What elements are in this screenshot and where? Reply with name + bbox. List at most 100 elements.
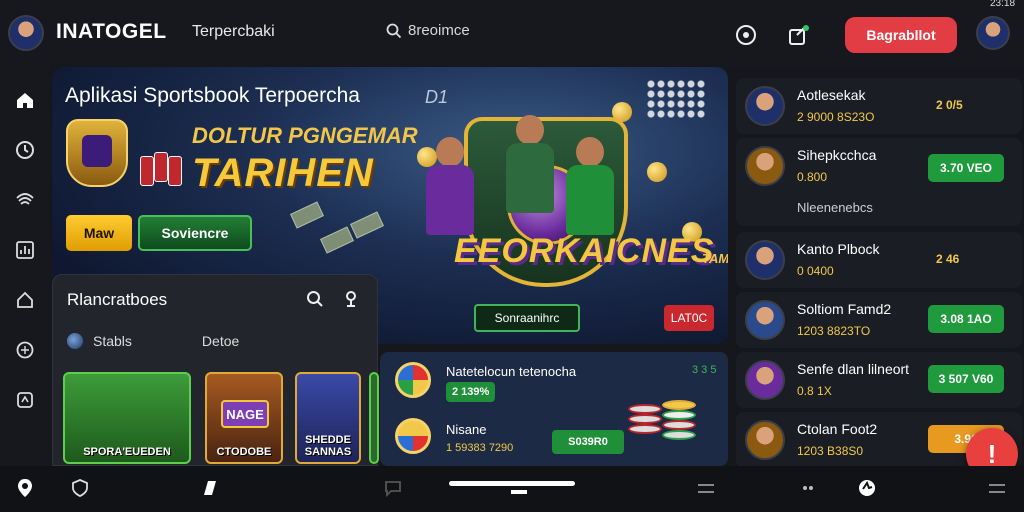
popular-games-panel: Rlancratboes Stabls Detoe SPORA'EUEDEN N… <box>52 274 379 466</box>
roulette-icon <box>395 418 431 454</box>
team-avatar <box>745 86 785 126</box>
game-tag: TAMGEEL <box>702 251 728 266</box>
promo-row-title: Natetelocun tetenocha <box>446 364 577 379</box>
match-row[interactable]: Senfe dlan lilneort 0.8 1X 3 507 V60 <box>736 352 1022 408</box>
ticket-icon[interactable] <box>13 388 37 412</box>
top-bar: INATOGEL Terpercbaki 8reoimce Bagrabllot… <box>0 0 1024 66</box>
match-odds: 2 9000 8S23O <box>797 110 875 124</box>
match-name: Kanto Plbock <box>797 241 880 257</box>
chip-stack-icon <box>628 414 662 424</box>
filter-icon[interactable] <box>341 289 361 309</box>
tab-detoe[interactable]: Detoe <box>202 333 239 349</box>
chip-stack-icon <box>662 430 696 440</box>
hero-red-button[interactable]: LAT0C <box>664 305 714 331</box>
odds-button[interactable]: 3 507 V60 <box>928 365 1004 393</box>
chips-icon <box>140 152 186 188</box>
match-name: Soltiom Famd2 <box>797 301 892 317</box>
odds-button[interactable]: 3.70 VEO <box>928 154 1004 182</box>
promo-subheadline: TARIHEN <box>192 151 374 195</box>
status-time: 23:18 <box>990 0 1016 9</box>
broadcast-icon[interactable] <box>13 188 37 212</box>
match-name: Senfe dlan lilneort <box>797 361 910 377</box>
location-icon[interactable] <box>14 477 36 499</box>
promo-strip[interactable]: Natetelocun tetenocha 2 139% 3 3 5 Nisan… <box>380 352 728 466</box>
chip-stack-icon <box>662 400 696 410</box>
side-nav <box>0 66 50 466</box>
search-icon[interactable] <box>305 289 325 309</box>
team-avatar <box>745 360 785 400</box>
hero-secondary-button[interactable]: Soviencre <box>138 215 252 251</box>
match-name: Sihepkcchca <box>797 147 877 163</box>
sport-icon[interactable] <box>856 477 878 499</box>
record-icon[interactable] <box>734 23 758 47</box>
match-row[interactable]: Sihepkcchca 0.800 Nleenenebcs 3.70 VEO <box>736 138 1022 226</box>
profile-icon[interactable] <box>794 477 816 499</box>
odds-button[interactable]: 2 46 <box>936 245 976 273</box>
match-odds: 0.8 1X <box>797 384 832 398</box>
profile-avatar[interactable] <box>976 16 1010 50</box>
bet-icon[interactable] <box>199 477 221 499</box>
game-tile[interactable]: NAGE CTODOBE <box>205 372 283 464</box>
chip-stack-icon <box>628 424 662 434</box>
chat-icon[interactable] <box>382 477 404 499</box>
shield-icon[interactable] <box>69 477 91 499</box>
match-name: Aotlesekak <box>797 87 866 103</box>
hero-outline-button[interactable]: Sonraanihrc <box>474 304 580 332</box>
search-icon <box>386 23 402 38</box>
chart-icon[interactable] <box>13 238 37 262</box>
tile-label: SHEDDE SANNAS <box>304 434 352 458</box>
register-button[interactable]: Bagrabllot <box>845 17 957 53</box>
stadium-lights <box>646 79 706 119</box>
search-text: 8reoimce <box>408 22 470 39</box>
home-indicator <box>449 481 575 486</box>
match-list: Aotlesekak2 9000 8S23O↻2 0/5Sihepkcchca0… <box>736 66 1024 468</box>
team-avatar <box>745 146 785 186</box>
promo-row-button[interactable]: S039R0 <box>552 430 624 454</box>
search-box[interactable]: 8reoimce <box>386 22 470 39</box>
promo-row-title: Nisane <box>446 422 487 437</box>
menu-icon[interactable] <box>695 477 717 499</box>
brand-logo[interactable]: INATOGEL <box>56 20 167 44</box>
team-avatar <box>745 300 785 340</box>
game-tile-partial[interactable] <box>369 372 379 464</box>
promo-headline: DOLTUR PGNGEMAR <box>192 123 418 148</box>
game-tile[interactable]: SPORA'EUEDEN <box>63 372 191 464</box>
player-figure <box>502 115 558 235</box>
coin-icon <box>647 162 667 182</box>
clock-icon[interactable] <box>13 138 37 162</box>
team-avatar <box>745 420 785 460</box>
tab-label: Stabls <box>93 333 132 349</box>
money-icon <box>290 201 324 229</box>
panel-title: Rlancratboes <box>67 290 168 309</box>
odds-button[interactable]: 3.08 1AO <box>928 305 1004 333</box>
tile-label: SPORA'EUEDEN <box>83 446 171 458</box>
match-row[interactable]: Kanto Plbock0 0400✖2 46 <box>736 232 1022 288</box>
home-icon[interactable] <box>13 88 37 112</box>
match-name: Ctolan Foot2 <box>797 421 878 437</box>
promo-row-badge: 2 139% <box>446 382 496 402</box>
chip-stack-icon <box>628 404 662 414</box>
casino-logo-icon <box>66 119 128 187</box>
promo-row-score: 3 3 5 <box>692 364 717 376</box>
match-odds: 0.800 <box>797 170 828 184</box>
roulette-icon <box>395 362 431 398</box>
odds-button[interactable]: 2 0/5 <box>936 91 976 119</box>
hero-title: Aplikasi Sportsbook Terpoercha <box>65 84 360 107</box>
tile-label: CTODOBE <box>216 446 272 458</box>
app-root: INATOGEL Terpercbaki 8reoimce Bagrabllot… <box>0 0 1024 512</box>
support-icon[interactable] <box>13 338 37 362</box>
money-icon <box>350 211 384 239</box>
match-row[interactable]: Soltiom Famd2 1203 8823TO 3.08 1AO <box>736 292 1022 348</box>
match-odds: 1203 8823TO <box>797 324 871 338</box>
game-title: EEORKAICNES <box>454 232 715 270</box>
user-avatar[interactable] <box>8 15 44 51</box>
lobby-icon[interactable] <box>13 288 37 312</box>
money-icon <box>320 226 354 254</box>
tab-stabls[interactable]: Stabls <box>67 333 132 349</box>
menu-icon[interactable] <box>986 477 1008 499</box>
notification-icon[interactable] <box>786 22 812 48</box>
match-row[interactable]: Aotlesekak2 9000 8S23O↻2 0/5 <box>736 78 1022 134</box>
game-tile[interactable]: SHEDDE SANNAS <box>295 372 361 464</box>
tile-badge: NAGE <box>221 400 269 428</box>
hero-primary-button[interactable]: Maw <box>66 215 132 251</box>
